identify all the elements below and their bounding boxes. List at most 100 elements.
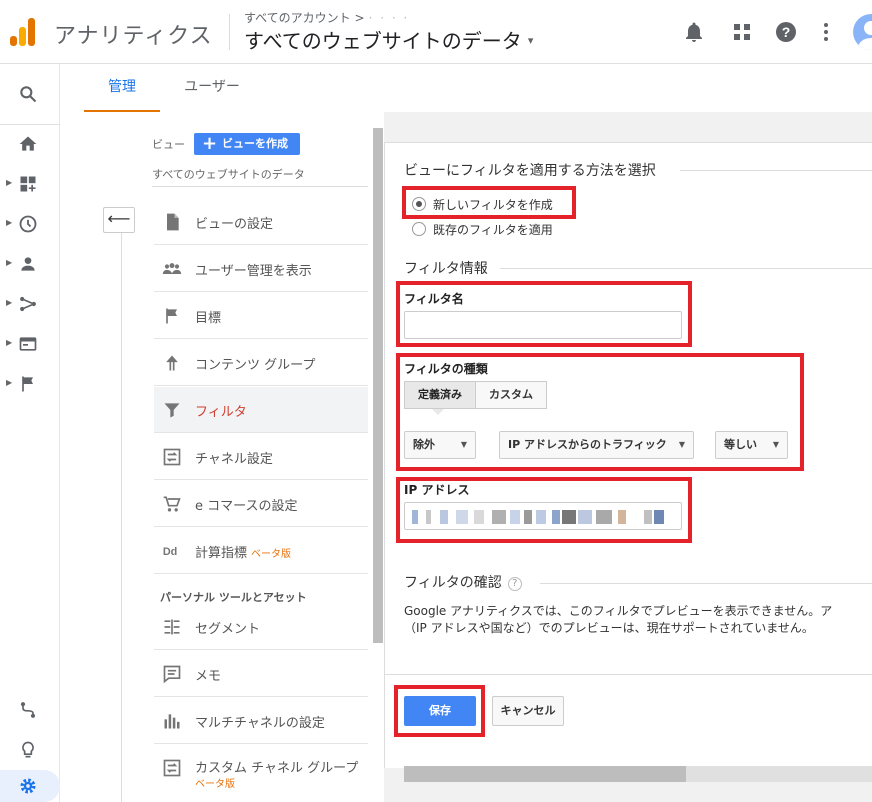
rail-attribution[interactable] xyxy=(0,690,60,730)
document-icon xyxy=(167,213,179,231)
menu-label: セグメント xyxy=(195,622,261,637)
svg-text:Dd: Dd xyxy=(163,546,177,558)
create-view-button[interactable]: + ビューを作成 xyxy=(194,133,300,155)
scrollbar-thumb[interactable] xyxy=(404,766,686,782)
segment-icon xyxy=(164,619,180,635)
expand-arrow-icon: ▶ xyxy=(6,378,13,387)
heading-rule xyxy=(500,268,872,269)
expand-arrow-icon: ▶ xyxy=(6,218,13,227)
search-icon xyxy=(20,86,37,103)
rail-acquisition[interactable]: ▶ xyxy=(0,284,60,324)
view-divider xyxy=(152,186,368,187)
rail-customization[interactable]: ▶ xyxy=(0,164,60,204)
footer-rule xyxy=(384,674,872,675)
property-title: すべてのウェブサイトのデータ xyxy=(244,29,522,53)
annotation-box xyxy=(394,685,485,737)
annotation-box xyxy=(402,186,576,219)
help-icon[interactable]: ? xyxy=(507,577,522,591)
menu-label: チャネル設定 xyxy=(195,452,273,467)
property-selector[interactable]: すべてのウェブサイトのデータ ▾ xyxy=(244,25,533,54)
view-label: ビュー xyxy=(152,138,185,151)
menu-label: マルチチャネルの設定 xyxy=(195,716,325,731)
content-group-icon xyxy=(166,355,178,371)
back-arrow-icon: ⟵ xyxy=(107,209,131,228)
annotation-box xyxy=(396,353,804,471)
view-column-scrollbar[interactable] xyxy=(373,128,383,643)
breadcrumb-account: · · · · xyxy=(368,11,410,25)
rail-home[interactable] xyxy=(0,124,60,164)
more-vert-icon[interactable] xyxy=(814,20,838,44)
people-icon xyxy=(162,263,182,274)
help-icon[interactable]: ? xyxy=(774,20,798,44)
rail-discover[interactable] xyxy=(0,730,60,770)
menu-label: メモ xyxy=(195,669,222,684)
custom-channel-icon xyxy=(163,759,181,777)
radio-existing-filter[interactable] xyxy=(412,222,426,236)
view-name: すべてのウェブサイトのデータ xyxy=(152,168,305,181)
beta-badge: ベータ版 xyxy=(251,549,292,560)
rail-conversions[interactable]: ▶ xyxy=(0,364,60,404)
radio-existing-filter-label[interactable]: 既存のフィルタを適用 xyxy=(433,221,553,238)
beta-badge: ベータ版 xyxy=(195,779,235,790)
heading-rule xyxy=(680,170,872,171)
menu-label: e コマースの設定 xyxy=(195,499,298,514)
annotation-box xyxy=(396,477,692,543)
svg-text:?: ? xyxy=(782,24,791,40)
menu-multichannel-settings[interactable]: マルチチャネルの設定 xyxy=(154,698,368,744)
dd-icon: Dd xyxy=(163,546,177,558)
menu-channel-settings[interactable]: チャネル設定 xyxy=(154,434,368,480)
menu-content-grouping[interactable]: コンテンツ グループ xyxy=(154,340,368,386)
menu-user-management[interactable]: ユーザー管理を表示 xyxy=(154,246,368,292)
tab-user[interactable]: ユーザー xyxy=(172,64,252,112)
channel-settings-icon xyxy=(163,448,181,466)
rail-realtime[interactable]: ▶ xyxy=(0,204,60,244)
menu-view-settings[interactable]: ビューの設定 xyxy=(154,199,368,245)
heading-rule xyxy=(540,583,872,584)
rail-admin[interactable] xyxy=(0,770,60,802)
behavior-icon xyxy=(19,337,37,351)
expand-arrow-icon: ▶ xyxy=(6,298,13,307)
confirm-message: Google アナリティクスでは、このフィルタでプレビューを表示できません。ア … xyxy=(404,603,872,637)
menu-calculated-metrics[interactable]: Dd 計算指標 ベータ版 xyxy=(154,528,368,574)
bell-icon[interactable] xyxy=(682,20,706,44)
confirm-heading-text: フィルタの確認 xyxy=(404,575,502,591)
personal-tools-heading: パーソナル ツールとアセット xyxy=(160,591,307,604)
attribution-icon xyxy=(20,702,36,718)
menu-label: コンテンツ グループ xyxy=(195,358,316,373)
menu-label: 計算指標 ベータ版 xyxy=(195,542,291,561)
flag-icon xyxy=(166,308,177,324)
avatar[interactable] xyxy=(853,14,872,50)
realtime-icon xyxy=(19,215,37,233)
plus-icon: + xyxy=(202,133,218,154)
rail-audience[interactable]: ▶ xyxy=(0,244,60,284)
tree-line xyxy=(121,233,122,802)
apps-grid-icon[interactable] xyxy=(730,20,754,44)
filter-info-heading: フィルタ情報 xyxy=(404,261,488,277)
menu-segments[interactable]: セグメント xyxy=(154,604,368,650)
back-button[interactable]: ⟵ xyxy=(103,207,135,233)
panel-horizontal-scrollbar[interactable] xyxy=(404,766,872,782)
conversions-icon xyxy=(22,376,33,392)
menu-goals[interactable]: 目標 xyxy=(154,293,368,339)
tab-admin[interactable]: 管理 xyxy=(84,64,160,112)
expand-arrow-icon: ▶ xyxy=(6,258,13,267)
expand-arrow-icon: ▶ xyxy=(6,178,13,187)
menu-filters[interactable]: フィルタ xyxy=(154,387,368,433)
confirm-line-1: Google アナリティクスでは、このフィルタでプレビューを表示できません。ア xyxy=(404,604,833,618)
cancel-button[interactable]: キャンセル xyxy=(492,696,564,726)
menu-custom-channel-grouping[interactable]: カスタム チャネル グループ ベータ版 xyxy=(154,745,368,802)
acquisition-icon xyxy=(20,296,36,312)
note-icon xyxy=(163,665,181,684)
menu-annotations[interactable]: メモ xyxy=(154,651,368,697)
analytics-logo[interactable] xyxy=(10,16,36,46)
bars-icon xyxy=(164,714,180,729)
app-name: アナリティクス xyxy=(54,24,213,49)
header-divider xyxy=(229,14,230,50)
rail-behavior[interactable]: ▶ xyxy=(0,324,60,364)
confirm-heading: フィルタの確認? xyxy=(404,572,522,592)
menu-ecommerce-settings[interactable]: e コマースの設定 xyxy=(154,481,368,527)
cart-icon xyxy=(163,496,181,512)
chevron-down-icon: ▾ xyxy=(527,34,534,47)
breadcrumb[interactable]: すべてのアカウント > · · · · xyxy=(244,9,409,26)
rail-search[interactable] xyxy=(0,74,60,114)
